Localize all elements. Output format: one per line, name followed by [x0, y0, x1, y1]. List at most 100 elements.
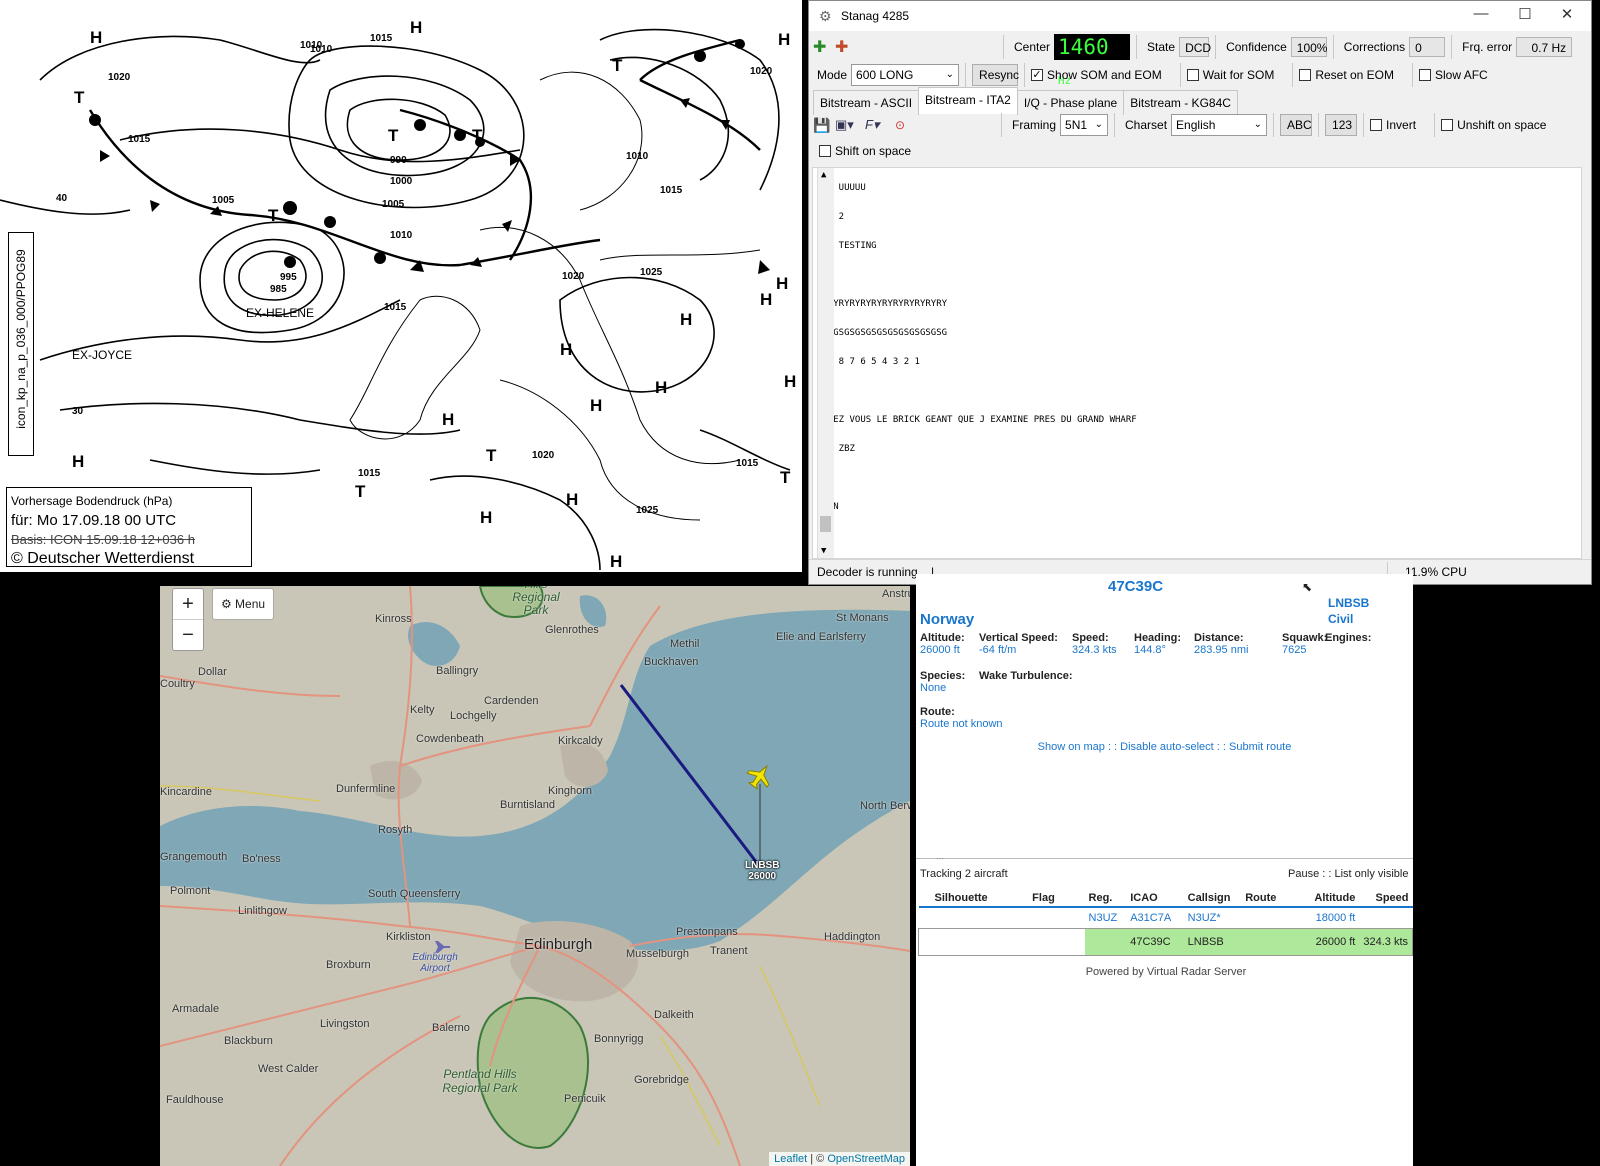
map-label: Cardenden	[484, 695, 539, 707]
corrections-value: 0	[1409, 37, 1446, 57]
pressure-high: H	[72, 452, 85, 471]
map-label: St Monans	[836, 612, 889, 624]
maximize-button[interactable]: ☐	[1505, 5, 1545, 23]
wait-for-som-checkbox[interactable]: Wait for SOM	[1186, 68, 1274, 82]
table-row-selected[interactable]: 47C39C LNBSB 26000 ft 324.3 kts	[918, 928, 1413, 956]
map-label: Elie and Earlsferry	[776, 631, 866, 643]
show-som-eom-checkbox[interactable]: ✓ Show SOM and EOM	[1031, 68, 1162, 82]
isobar-label: 1010	[626, 151, 649, 162]
map-label: Prestonpans	[676, 926, 738, 938]
aircraft-action-links[interactable]: Show on map : : Disable auto-select : : …	[916, 741, 1413, 753]
column-header-flag[interactable]: Flag	[1028, 890, 1085, 908]
list-options-links[interactable]: Pause : : List only visible	[1288, 868, 1408, 880]
minimize-button[interactable]: —	[1461, 5, 1501, 22]
map-label: Kirkliston	[386, 931, 431, 943]
shift-row: Shift on space	[819, 139, 923, 163]
map-label: Kinross	[375, 613, 412, 625]
heading-field: Heading: 144.8°	[1134, 632, 1182, 656]
decoded-text-area[interactable]: ZNR UUUUU FUO 2 ZUI TESTING RYRYRYRYRYRY…	[812, 167, 1582, 559]
map-view[interactable]: Kinross Glenrothes St Monans Methil Elie…	[160, 586, 910, 1166]
font-icon[interactable]: F▾	[865, 117, 895, 133]
charset-select[interactable]: English ⌄	[1171, 114, 1268, 136]
frq-error-label: Frq. error	[1462, 40, 1513, 54]
splitter-handle-icon[interactable]: ⋯	[936, 854, 944, 863]
mode-select[interactable]: 600 LONG ⌄	[851, 64, 960, 86]
wake-turbulence-field: Wake Turbulence:	[979, 670, 1073, 682]
map-attribution: Leaflet | © OpenStreetMap	[769, 1152, 910, 1166]
pressure-high: H	[480, 508, 493, 527]
map-label: Musselburgh	[626, 948, 689, 960]
map-label: Dunfermline	[336, 783, 396, 795]
center-label: Center	[1014, 40, 1051, 54]
cell-flag	[1028, 928, 1085, 956]
map-label: Buckhaven	[644, 656, 699, 668]
map-label: Kincardine	[160, 786, 212, 798]
column-header-route[interactable]: Route	[1241, 890, 1299, 908]
map-label: Armadale	[172, 1003, 220, 1015]
record-icon[interactable]: ⊙	[895, 118, 915, 132]
resync-button[interactable]: Resync	[972, 64, 1019, 86]
zoom-in-button[interactable]: +	[173, 589, 203, 620]
image-options-icon[interactable]: ▣▾	[835, 117, 865, 133]
invert-checkbox[interactable]: Invert	[1370, 118, 1416, 132]
cell-route	[1241, 907, 1298, 929]
panel-splitter[interactable]	[916, 858, 1413, 859]
isobar-label: 40	[56, 193, 68, 204]
chevron-up-icon[interactable]: ▲	[821, 170, 826, 180]
isobar-label: 1000	[390, 176, 413, 187]
column-header-silhouette[interactable]: Silhouette	[918, 890, 1029, 908]
openstreetmap-link[interactable]: OpenStreetMap	[827, 1153, 905, 1165]
aircraft-map-label[interactable]: LNBSB 26000	[745, 860, 779, 882]
map-menu-button[interactable]: ⚙ Menu	[212, 588, 274, 620]
map-label: Penicuik	[564, 1093, 606, 1105]
airport-label: Edinburgh Airport	[412, 952, 458, 974]
map-label: Gorebridge	[634, 1074, 690, 1086]
unshift-on-space-checkbox[interactable]: Unshift on space	[1441, 118, 1546, 132]
powered-by: Powered by Virtual Radar Server	[1085, 966, 1247, 978]
ita2-toolbar: 💾 ▣▾ F▾ ⊙ Framing 5N1 ⌄ Charset English ⌄ …	[813, 111, 1589, 139]
altitude-field: Altitude: 26000 ft	[920, 632, 965, 656]
column-header-callsign[interactable]: Callsign	[1183, 890, 1242, 908]
table-row[interactable]: N3UZ A31C7A N3UZ* 18000 ft	[919, 907, 1413, 929]
map-label: Grangemouth	[160, 851, 228, 863]
framing-select[interactable]: 5N1 ⌄	[1060, 114, 1109, 136]
route-field: Route: Route not known	[920, 706, 1003, 730]
close-button[interactable]: ✕	[1547, 5, 1587, 23]
column-header-altitude[interactable]: Altitude	[1298, 890, 1360, 908]
column-header-reg[interactable]: Reg.	[1084, 890, 1127, 908]
chevron-down-icon[interactable]: ▼	[821, 546, 826, 556]
gear-icon: ⚙	[220, 597, 236, 611]
distance-field: Distance: 283.95 nmi	[1194, 632, 1249, 656]
save-icon[interactable]: 💾	[813, 117, 835, 134]
column-header-speed[interactable]: Speed	[1359, 890, 1413, 908]
map-label: Bo'ness	[242, 853, 281, 865]
shift-on-space-checkbox[interactable]: Shift on space	[819, 144, 911, 158]
numbers-button[interactable]: 123	[1325, 114, 1358, 136]
puzzle-remove-icon[interactable]: ✚	[835, 37, 857, 57]
abc-button[interactable]: ABC	[1280, 114, 1313, 136]
pressure-low: T	[355, 482, 366, 501]
mode-toolbar: Mode 600 LONG ⌄ Resync ✓ Show SOM and EOM …	[813, 61, 1589, 89]
tab-bitstream-ita2[interactable]: Bitstream - ITA2	[918, 86, 1018, 114]
aircraft-list-table: Silhouette Flag Reg. ICAO Callsign Route…	[918, 890, 1413, 956]
cell-flag	[1028, 907, 1084, 929]
vertical-scrollbar[interactable]: ▲ ▼	[817, 168, 834, 558]
zoom-out-button[interactable]: −	[173, 620, 203, 650]
pressure-high: H	[776, 274, 789, 293]
cell-silhouette	[918, 928, 1029, 956]
aircraft-country: Norway	[920, 611, 975, 628]
aircraft-detail-panel: 47C39C ⬉ Norway LNBSB Civil Altitude: 260…	[916, 574, 1413, 1166]
cell-reg: N3UZ	[1088, 912, 1118, 924]
storm-label-joyce: EX-JOYCE	[72, 348, 133, 362]
isobar-label: 1015	[370, 33, 393, 44]
puzzle-icon[interactable]: ✚	[813, 37, 835, 57]
column-header-icao[interactable]: ICAO	[1126, 890, 1184, 908]
map-label: Anstruther	[882, 588, 910, 600]
isobar-label: 1020	[108, 72, 131, 83]
leaflet-link[interactable]: Leaflet	[774, 1153, 807, 1165]
slow-afc-checkbox[interactable]: Slow AFC	[1419, 68, 1488, 82]
scrollbar-thumb[interactable]	[820, 516, 831, 532]
reset-on-eom-checkbox[interactable]: Reset on EOM	[1299, 68, 1394, 82]
map-label: Methil	[670, 638, 700, 650]
pressure-high: H	[410, 18, 423, 37]
